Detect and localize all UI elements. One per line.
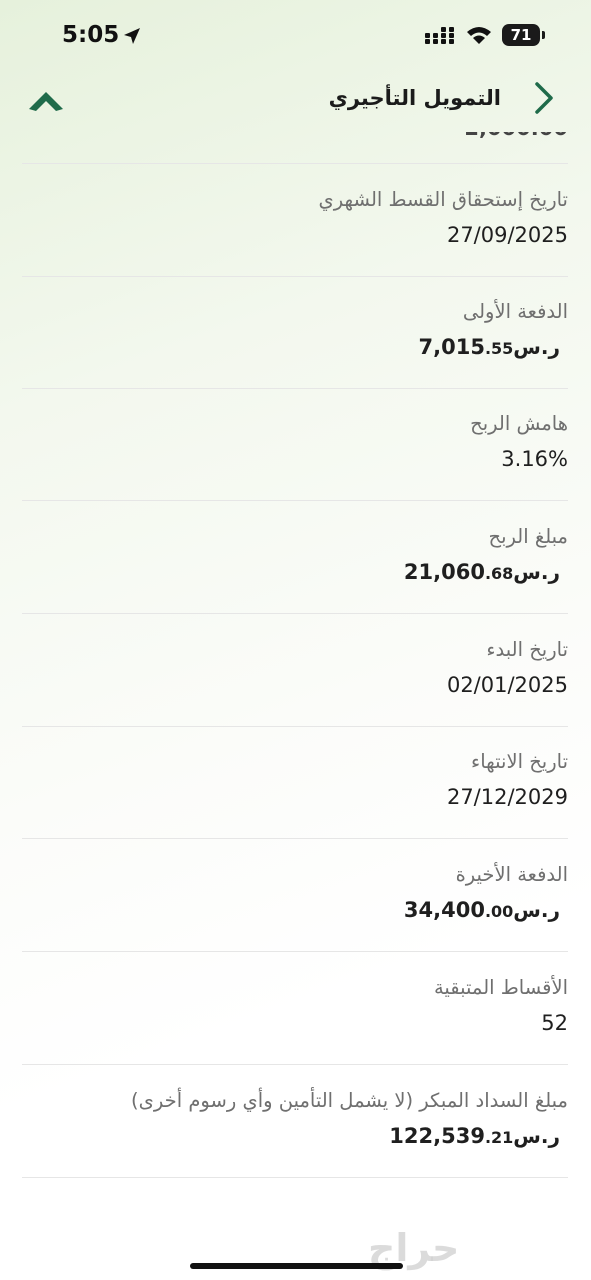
list-item-last-payment: الدفعة الأخيرة ر.س 34,400.00 — [22, 863, 568, 922]
chevron-right-icon[interactable] — [523, 78, 563, 118]
item-label: مبلغ السداد المبكر (لا يشمل التأمين وأي … — [131, 1089, 568, 1112]
amount-cents: .00 — [484, 902, 514, 921]
amount-cents: .55 — [484, 339, 514, 358]
cut-off-value: 2,000.00 — [464, 132, 568, 140]
amount-main: 7,015 — [418, 335, 485, 359]
cellular-signal-icon — [425, 27, 454, 44]
divider — [22, 163, 568, 164]
divider — [22, 500, 568, 501]
list-item-early-settlement: مبلغ السداد المبكر (لا يشمل التأمين وأي … — [22, 1089, 568, 1148]
status-bar: 5:05 71 — [0, 0, 591, 70]
list-item-start-date: تاريخ البدء 02/01/2025 — [22, 638, 568, 697]
riyal-symbol: ر.س — [513, 898, 560, 922]
amount-main: 34,400 — [403, 898, 485, 922]
wifi-icon — [467, 27, 491, 44]
battery-cap — [542, 31, 545, 39]
amount-cents: .68 — [484, 564, 514, 583]
divider — [22, 276, 568, 277]
item-value: 27/09/2025 — [446, 223, 568, 247]
header: التمويل التأجيري — [0, 70, 591, 132]
list-item-profit-amount: مبلغ الربح ر.س 21,060.68 — [22, 525, 568, 584]
home-indicator[interactable] — [190, 1263, 403, 1269]
amount-main: 122,539 — [389, 1124, 485, 1148]
item-value: ر.س 34,400.00 — [22, 898, 568, 922]
divider — [22, 838, 568, 839]
item-value: ر.س 122,539.21 — [22, 1124, 568, 1148]
page-title: التمويل التأجيري — [328, 86, 501, 110]
item-value: ر.س 7,015.55 — [22, 335, 568, 359]
battery-level: 71 — [510, 26, 532, 44]
item-label: الدفعة الأخيرة — [455, 863, 568, 886]
item-label: تاريخ الانتهاء — [471, 750, 568, 773]
list-item-remaining-installments: الأقساط المتبقية 52 — [22, 976, 568, 1035]
item-label: مبلغ الربح — [488, 525, 569, 548]
list-item-end-date: تاريخ الانتهاء 27/12/2029 — [22, 750, 568, 809]
battery-icon: 71 — [502, 24, 540, 46]
divider — [22, 1064, 568, 1065]
item-value: 52 — [541, 1011, 568, 1035]
divider — [22, 726, 568, 727]
divider — [22, 1177, 568, 1178]
item-value: 3.16% — [501, 447, 568, 471]
item-value: 27/12/2029 — [446, 785, 568, 809]
divider — [22, 613, 568, 614]
chevron-up-icon[interactable] — [26, 86, 66, 118]
divider — [22, 388, 568, 389]
riyal-symbol: ر.س — [513, 560, 560, 584]
riyal-symbol: ر.س — [513, 1124, 560, 1148]
details-list: 2,000.00 تاريخ إستحقاق القسط الشهري 27/0… — [22, 132, 568, 1192]
item-label: الدفعة الأولى — [462, 300, 568, 323]
item-label: تاريخ البدء — [486, 638, 568, 661]
list-item-profit-margin: هامش الربح 3.16% — [22, 412, 568, 471]
riyal-symbol: ر.س — [513, 335, 560, 359]
list-item-due-date: تاريخ إستحقاق القسط الشهري 27/09/2025 — [22, 188, 568, 247]
item-label: تاريخ إستحقاق القسط الشهري — [318, 188, 568, 211]
status-time: 5:05 — [62, 22, 120, 48]
amount-cents: .21 — [484, 1128, 514, 1147]
list-item-down-payment: الدفعة الأولى ر.س 7,015.55 — [22, 300, 569, 359]
item-value: 02/01/2025 — [446, 673, 568, 697]
location-arrow-icon — [124, 28, 140, 44]
item-value: ر.س 21,060.68 — [22, 560, 568, 584]
item-label: هامش الربح — [470, 412, 568, 435]
item-label: الأقساط المتبقية — [433, 976, 568, 999]
amount-main: 21,060 — [403, 560, 485, 584]
divider — [22, 951, 568, 952]
